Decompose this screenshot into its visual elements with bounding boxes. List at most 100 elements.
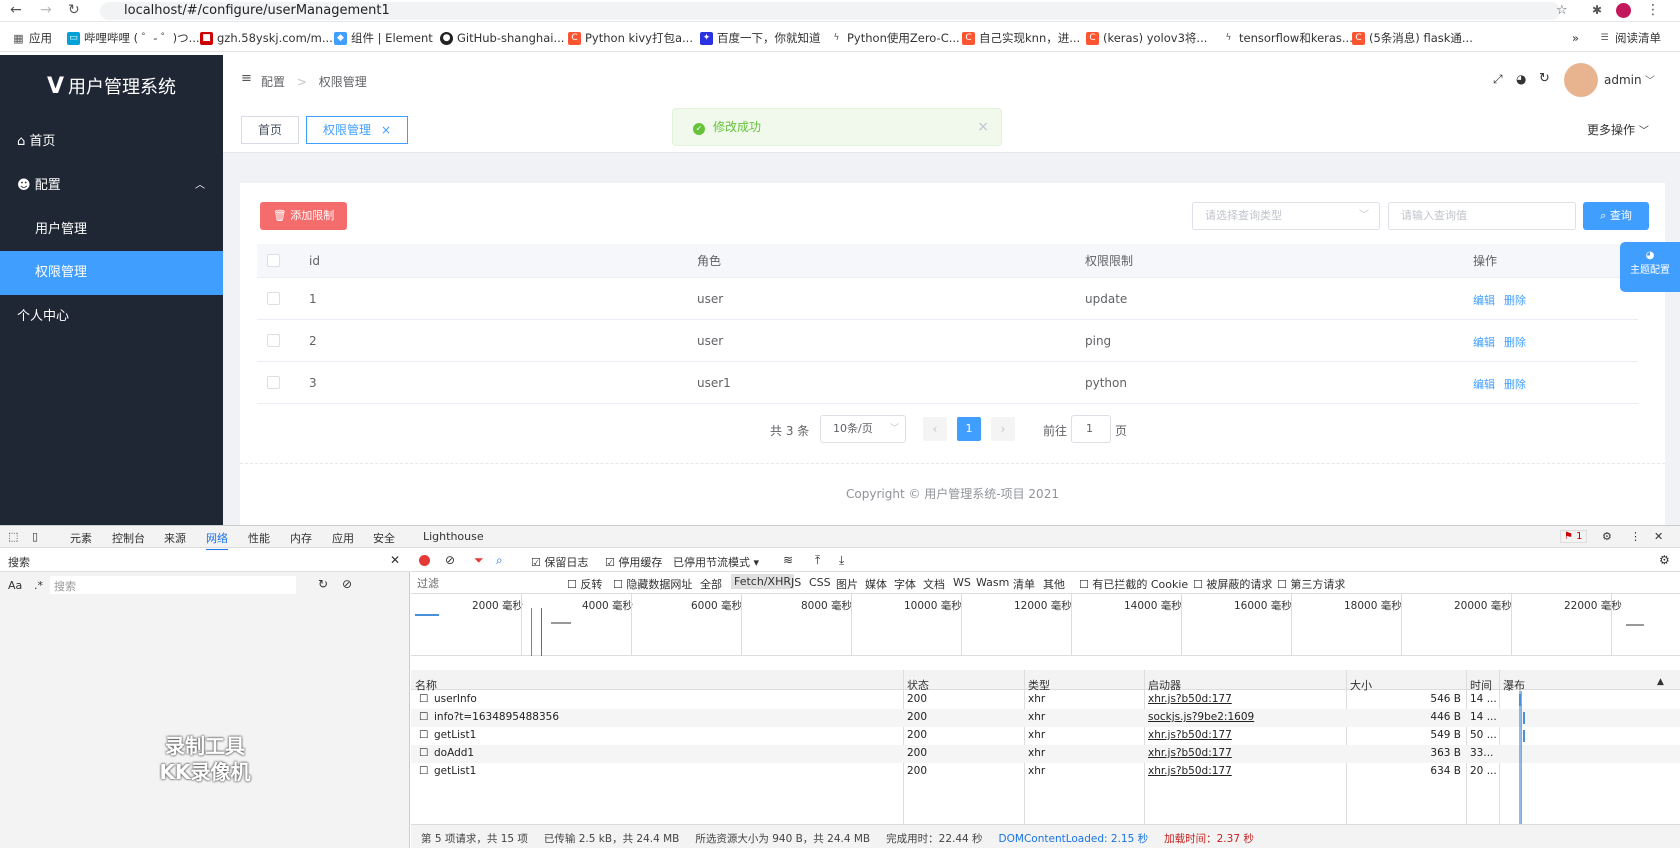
sidebar-item-user-management[interactable]: 用户管理 <box>0 208 223 252</box>
filter-css[interactable]: CSS <box>809 576 831 589</box>
reading-list[interactable]: ☰ 阅读清单 <box>1598 30 1661 46</box>
match-case-icon[interactable]: Aa <box>8 579 22 592</box>
sidebar-item-home[interactable]: ⌂ 首页 <box>0 120 223 164</box>
sidebar-item-profile[interactable]: 个人中心 <box>0 295 223 339</box>
delete-link[interactable]: 删除 <box>1504 292 1526 308</box>
tab-network[interactable]: 网络 <box>206 530 228 551</box>
filter-input[interactable]: 过滤 <box>415 575 555 591</box>
bookmark-item[interactable]: ✦ 百度一下，你就知道 <box>700 30 821 46</box>
download-icon[interactable]: ⤓ <box>839 553 844 568</box>
request-initiator[interactable]: xhr.js?b50d:177 <box>1148 693 1232 705</box>
tab-console[interactable]: 控制台 <box>112 530 145 546</box>
bookmark-item[interactable]: ▭ 哔哩哔哩 ( ゜- ゜)つ... <box>67 30 200 46</box>
sort-up-icon[interactable]: ▲ <box>1657 677 1664 687</box>
filter-ws[interactable]: WS <box>953 576 971 589</box>
filter-js[interactable]: JS <box>791 576 801 589</box>
close-icon[interactable]: ✕ <box>390 553 400 567</box>
third-party-checkbox[interactable]: ☐ 第三方请求 <box>1277 576 1345 592</box>
hamburger-icon[interactable]: ≡ <box>241 71 252 86</box>
delete-link[interactable]: 删除 <box>1504 376 1526 392</box>
sidebar-item-permission-management[interactable]: 权限管理 <box>0 251 223 295</box>
request-initiator[interactable]: xhr.js?b50d:177 <box>1148 729 1232 741</box>
edit-link[interactable]: 编辑 <box>1473 376 1495 392</box>
reload-icon[interactable]: ↻ <box>68 2 80 18</box>
refresh-icon[interactable]: ↻ <box>318 577 328 591</box>
breadcrumb-config[interactable]: 配置 <box>261 75 285 89</box>
bookmark-item[interactable]: C Python kivy打包a... <box>568 30 693 46</box>
close-icon[interactable]: × <box>977 109 989 145</box>
close-icon[interactable]: ✕ <box>1654 530 1663 543</box>
filter-xhr[interactable]: Fetch/XHR <box>731 574 794 589</box>
goto-page-input[interactable]: 1 <box>1071 415 1111 443</box>
tab-elements[interactable]: 元素 <box>70 530 92 546</box>
regex-icon[interactable]: .* <box>34 579 43 592</box>
upload-icon[interactable]: ⤒ <box>815 553 820 568</box>
next-page-button[interactable]: › <box>991 417 1015 441</box>
close-icon[interactable]: × <box>381 123 391 137</box>
tag-permission[interactable]: 权限管理 × <box>306 116 409 144</box>
error-badge[interactable]: ⚑ 1 <box>1560 530 1587 543</box>
filter-font[interactable]: 字体 <box>894 576 916 592</box>
bookmark-item[interactable]: C (5条消息) flask通... <box>1352 30 1473 46</box>
more-operations[interactable]: 更多操作 ﹀ <box>1587 121 1649 138</box>
filter-other[interactable]: 其他 <box>1043 576 1065 592</box>
query-value-input[interactable]: 请输入查询值 <box>1388 202 1576 230</box>
row-checkbox[interactable] <box>267 292 280 305</box>
fullscreen-icon[interactable]: ⤢ <box>1493 72 1503 87</box>
request-row[interactable]: ☐ userInfo 200 xhr xhr.js?b50d:177 546 B 14 ..… <box>411 691 1680 709</box>
search-input[interactable]: 搜索 <box>50 576 296 594</box>
search-icon[interactable]: ⌕ <box>496 553 503 568</box>
tab-security[interactable]: 安全 <box>373 530 395 546</box>
star-icon[interactable]: ☆ <box>1556 3 1568 18</box>
address-bar[interactable]: localhost/#/configure/userManagement1 <box>100 2 1560 20</box>
bookmark-more[interactable]: » <box>1572 30 1579 46</box>
query-type-select[interactable]: 请选择查询类型 ﹀ <box>1192 202 1380 230</box>
prev-page-button[interactable]: ‹ <box>923 417 947 441</box>
filter-icon[interactable]: ⏷ <box>474 553 484 568</box>
delete-link[interactable]: 删除 <box>1504 334 1526 350</box>
clear-icon[interactable]: ⊘ <box>342 577 352 591</box>
bookmark-item[interactable]: ϟ tensorflow和keras... <box>1222 30 1353 46</box>
bookmark-item[interactable]: ϟ Python使用Zero-C... <box>830 30 960 46</box>
filter-doc[interactable]: 文档 <box>923 576 945 592</box>
request-row[interactable]: ☐ doAdd1 200 xhr xhr.js?b50d:177 363 B 33... <box>411 745 1680 763</box>
settings-icon[interactable]: ⚙ <box>1602 530 1612 543</box>
device-icon[interactable]: ▯ <box>32 530 38 543</box>
edit-link[interactable]: 编辑 <box>1473 334 1495 350</box>
filter-all[interactable]: 全部 <box>700 576 722 592</box>
settings-icon[interactable]: ⚙ <box>1659 553 1670 567</box>
chevron-down-icon[interactable]: ﹀ <box>1645 72 1655 87</box>
refresh-icon[interactable]: ↻ <box>1539 71 1550 86</box>
sidebar-item-config[interactable]: ☻ 配置 ︿ <box>0 164 223 208</box>
preserve-log-checkbox[interactable]: ☑ 保留日志 <box>531 554 588 570</box>
more-icon[interactable]: ⋮ <box>1646 2 1660 18</box>
select-all-checkbox[interactable] <box>267 254 280 267</box>
add-limit-button[interactable]: 🗑 添加限制 <box>260 202 347 230</box>
hide-data-urls-checkbox[interactable]: ☐ 隐藏数据网址 <box>613 576 692 592</box>
request-row[interactable]: ☐ getList1 200 xhr xhr.js?b50d:177 549 B 50 ..… <box>411 727 1680 745</box>
theme-config-button[interactable]: ◕ 主题配置 <box>1620 242 1680 292</box>
blocked-requests-checkbox[interactable]: ☐ 被屏蔽的请求 <box>1193 576 1272 592</box>
extensions-icon[interactable]: ✱ <box>1592 3 1602 17</box>
request-initiator[interactable]: sockjs.js?9be2:1609 <box>1148 711 1254 723</box>
bookmark-item[interactable]: C (keras) yolov3将... <box>1086 30 1207 46</box>
query-button[interactable]: ⌕ 查询 <box>1583 202 1649 230</box>
tab-sources[interactable]: 来源 <box>164 530 186 546</box>
edit-link[interactable]: 编辑 <box>1473 292 1495 308</box>
throttle-select[interactable]: 已停用节流模式 ▾ <box>673 554 759 570</box>
tab-memory[interactable]: 内存 <box>290 530 312 546</box>
blocked-cookies-checkbox[interactable]: ☐ 有已拦截的 Cookie <box>1079 576 1188 592</box>
profile-avatar[interactable] <box>1616 3 1631 18</box>
request-initiator[interactable]: xhr.js?b50d:177 <box>1148 747 1232 759</box>
filter-media[interactable]: 媒体 <box>865 576 887 592</box>
bookmark-item[interactable]: ● GitHub-shanghai... <box>440 30 564 46</box>
filter-manifest[interactable]: 清单 <box>1013 576 1035 592</box>
clear-icon[interactable]: ⊘ <box>445 553 455 567</box>
request-row[interactable]: ☐ info?t=1634895488356 200 xhr sockjs.js?9be… <box>411 709 1680 727</box>
page-size-select[interactable]: 10条/页 ﹀ <box>820 415 906 443</box>
username[interactable]: admin <box>1604 73 1642 87</box>
invert-checkbox[interactable]: ☐ 反转 <box>567 576 602 592</box>
page-button-current[interactable]: 1 <box>957 417 981 441</box>
bookmark-apps[interactable]: ▦ 应用 <box>12 30 52 46</box>
request-row[interactable]: ☐ getList1 200 xhr xhr.js?b50d:177 634 B 20 ..… <box>411 763 1680 781</box>
